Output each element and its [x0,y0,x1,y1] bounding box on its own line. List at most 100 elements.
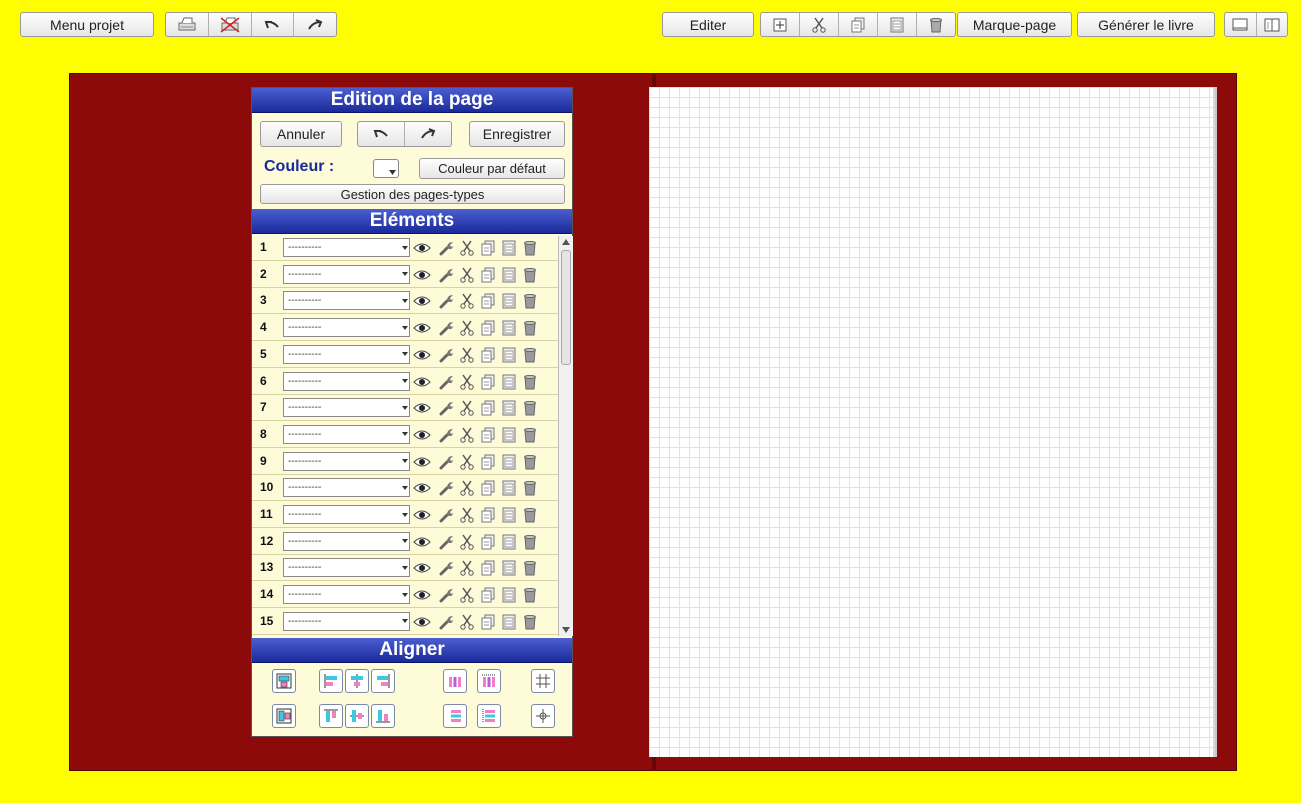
chevron-down-icon[interactable] [400,398,410,417]
scissors-icon[interactable] [458,239,476,257]
panel-redo-button[interactable] [405,122,451,146]
paste-icon[interactable] [500,239,518,257]
paste-icon[interactable] [500,426,518,444]
wrench-icon[interactable] [437,319,455,337]
trash-icon[interactable] [521,426,539,444]
element-select[interactable]: ---------- [283,264,410,284]
distribute-v-spacing-button[interactable] [477,704,501,728]
trash-icon[interactable] [521,479,539,497]
element-select[interactable]: ---------- [283,344,410,364]
element-select[interactable]: ---------- [283,558,410,578]
paste-page-button[interactable] [878,13,917,36]
paste-icon[interactable] [500,506,518,524]
no-print-button[interactable] [209,13,252,36]
wrench-icon[interactable] [437,453,455,471]
element-select[interactable]: ---------- [283,371,410,391]
copy-icon[interactable] [479,426,497,444]
paste-icon[interactable] [500,533,518,551]
trash-icon[interactable] [521,266,539,284]
add-page-button[interactable] [761,13,800,36]
wrench-icon[interactable] [437,399,455,417]
trash-icon[interactable] [521,586,539,604]
wrench-icon[interactable] [437,239,455,257]
scissors-icon[interactable] [458,426,476,444]
chevron-down-icon[interactable] [400,425,410,444]
trash-icon[interactable] [521,373,539,391]
default-color-button[interactable]: Couleur par défaut [419,158,565,179]
wrench-icon[interactable] [437,479,455,497]
delete-page-button[interactable] [917,13,955,36]
trash-icon[interactable] [521,346,539,364]
element-select[interactable]: ---------- [283,238,410,257]
copy-icon[interactable] [479,373,497,391]
print-button[interactable] [166,13,209,36]
copy-icon[interactable] [479,266,497,284]
undo-button[interactable] [252,13,295,36]
wrench-icon[interactable] [437,586,455,604]
element-select[interactable]: ---------- [283,478,410,498]
wrench-icon[interactable] [437,373,455,391]
chevron-down-icon[interactable] [400,612,410,631]
element-select[interactable]: ---------- [283,451,410,471]
chevron-down-icon[interactable] [400,291,410,310]
align-top-button[interactable] [319,704,343,728]
paste-icon[interactable] [500,479,518,497]
copy-icon[interactable] [479,613,497,631]
align-right-button[interactable] [371,669,395,693]
cut-page-button[interactable] [800,13,839,36]
elements-scrollbar[interactable] [558,236,573,636]
eye-icon[interactable] [413,586,431,604]
paste-icon[interactable] [500,319,518,337]
paste-icon[interactable] [500,399,518,417]
scissors-icon[interactable] [458,586,476,604]
scissors-icon[interactable] [458,319,476,337]
paste-icon[interactable] [500,613,518,631]
paste-icon[interactable] [500,373,518,391]
copy-page-button[interactable] [839,13,878,36]
distribute-h-button[interactable] [443,669,467,693]
distribute-h-spacing-button[interactable] [477,669,501,693]
element-select[interactable]: ---------- [283,505,410,524]
eye-icon[interactable] [413,613,431,631]
scissors-icon[interactable] [458,266,476,284]
wrench-icon[interactable] [437,559,455,577]
element-select[interactable]: ---------- [283,398,410,418]
element-select[interactable]: ---------- [283,531,410,551]
align-center-h-button[interactable] [345,669,369,693]
trash-icon[interactable] [521,559,539,577]
paste-icon[interactable] [500,453,518,471]
chevron-down-icon[interactable] [400,238,410,257]
paste-icon[interactable] [500,292,518,310]
chevron-down-icon[interactable] [400,345,410,364]
book-view-button[interactable] [1257,13,1288,36]
page-canvas[interactable] [649,87,1213,757]
scissors-icon[interactable] [458,292,476,310]
generate-book-button[interactable]: Générer le livre [1077,12,1215,37]
chevron-down-icon[interactable] [400,532,410,551]
copy-icon[interactable] [479,533,497,551]
element-select[interactable]: ---------- [283,611,410,631]
eye-icon[interactable] [413,559,431,577]
wrench-icon[interactable] [437,613,455,631]
chevron-down-icon[interactable] [400,585,410,604]
element-select[interactable]: ---------- [283,291,410,311]
eye-icon[interactable] [413,453,431,471]
copy-icon[interactable] [479,346,497,364]
bookmark-button[interactable]: Marque-page [957,12,1072,37]
scissors-icon[interactable] [458,399,476,417]
wrench-icon[interactable] [437,426,455,444]
trash-icon[interactable] [521,292,539,310]
cancel-button[interactable]: Annuler [260,121,342,147]
copy-icon[interactable] [479,292,497,310]
scissors-icon[interactable] [458,559,476,577]
trash-icon[interactable] [521,533,539,551]
edit-button[interactable]: Editer [662,12,754,37]
center-button[interactable] [531,704,555,728]
eye-icon[interactable] [413,292,431,310]
align-bottom-button[interactable] [371,704,395,728]
align-group-left-button[interactable] [272,704,296,728]
redo-button[interactable] [294,13,336,36]
wrench-icon[interactable] [437,346,455,364]
paste-icon[interactable] [500,586,518,604]
eye-icon[interactable] [413,479,431,497]
